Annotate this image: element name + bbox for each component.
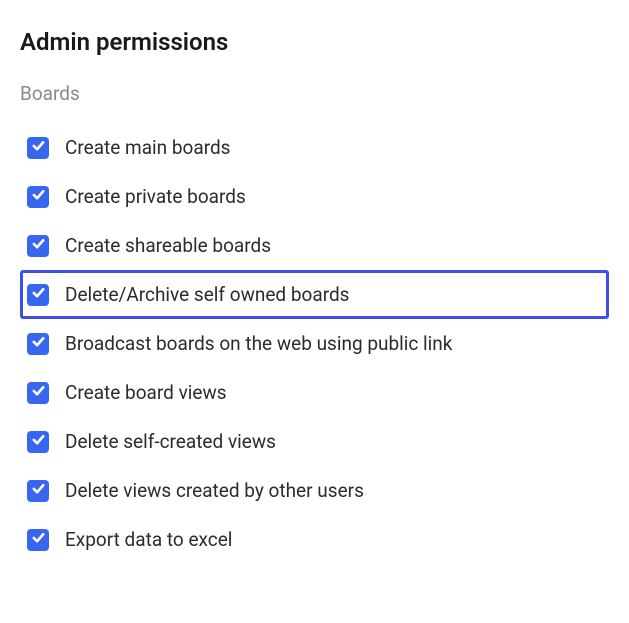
permission-row-highlighted: Delete/Archive self owned boards: [20, 270, 609, 319]
checkbox-export-data-excel[interactable]: [27, 529, 49, 551]
permission-label: Create main boards: [65, 136, 231, 159]
page-title: Admin permissions: [20, 28, 609, 56]
permissions-list: Create main boards Create private boards…: [20, 123, 609, 564]
check-icon: [31, 432, 46, 451]
section-heading: Boards: [20, 82, 609, 105]
permission-label: Create private boards: [65, 185, 246, 208]
permission-row: Create shareable boards: [20, 221, 609, 270]
permission-label: Create board views: [65, 381, 227, 404]
permission-row: Broadcast boards on the web using public…: [20, 319, 609, 368]
permission-label: Delete/Archive self owned boards: [65, 283, 349, 306]
permission-label: Broadcast boards on the web using public…: [65, 332, 452, 355]
check-icon: [31, 236, 46, 255]
permission-label: Delete self-created views: [65, 430, 276, 453]
check-icon: [31, 138, 46, 157]
checkbox-create-shareable-boards[interactable]: [27, 235, 49, 257]
checkbox-create-main-boards[interactable]: [27, 137, 49, 159]
checkbox-delete-archive-self-owned-boards[interactable]: [27, 284, 49, 306]
permission-row: Export data to excel: [20, 515, 609, 564]
permission-row: Delete views created by other users: [20, 466, 609, 515]
permission-row: Delete self-created views: [20, 417, 609, 466]
check-icon: [31, 530, 46, 549]
permission-label: Delete views created by other users: [65, 479, 364, 502]
permission-label: Create shareable boards: [65, 234, 271, 257]
check-icon: [31, 383, 46, 402]
checkbox-create-board-views[interactable]: [27, 382, 49, 404]
permission-row: Create private boards: [20, 172, 609, 221]
check-icon: [31, 481, 46, 500]
permission-row: Create main boards: [20, 123, 609, 172]
check-icon: [31, 334, 46, 353]
check-icon: [31, 187, 46, 206]
permission-label: Export data to excel: [65, 528, 232, 551]
checkbox-delete-self-created-views[interactable]: [27, 431, 49, 453]
checkbox-delete-views-other-users[interactable]: [27, 480, 49, 502]
permission-row: Create board views: [20, 368, 609, 417]
checkbox-create-private-boards[interactable]: [27, 186, 49, 208]
checkbox-broadcast-boards-public-link[interactable]: [27, 333, 49, 355]
check-icon: [31, 285, 46, 304]
